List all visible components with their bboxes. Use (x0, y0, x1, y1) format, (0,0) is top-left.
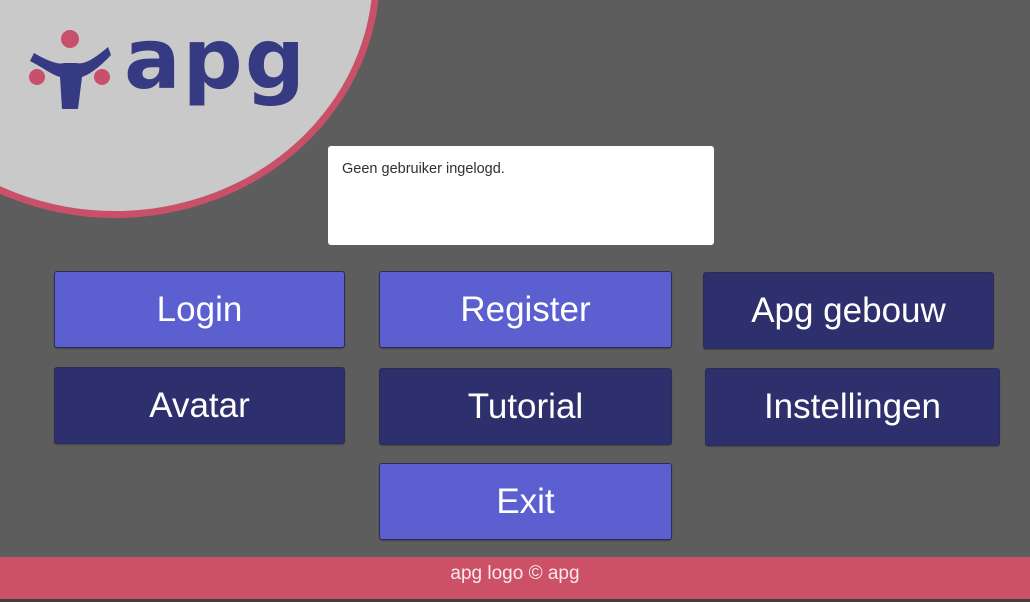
main-menu-screen: apg Geen gebruiker ingelogd. Login Regis… (0, 0, 1030, 602)
tutorial-button[interactable]: Tutorial (379, 368, 672, 445)
apg-figure-logo-icon (29, 30, 111, 109)
apg-gebouw-button[interactable]: Apg gebouw (703, 272, 994, 349)
avatar-button[interactable]: Avatar (54, 367, 345, 444)
footer-bar: apg logo © apg (0, 557, 1030, 600)
apg-logo: apg (28, 17, 307, 116)
instellingen-button[interactable]: Instellingen (705, 368, 1000, 446)
login-button[interactable]: Login (54, 271, 345, 348)
login-status-box: Geen gebruiker ingelogd. (328, 146, 714, 245)
footer-credit-text: apg logo © apg (450, 563, 580, 584)
register-button[interactable]: Register (379, 271, 672, 348)
exit-button[interactable]: Exit (379, 463, 672, 540)
login-status-text: Geen gebruiker ingelogd. (342, 161, 505, 177)
logo-text: apg (124, 10, 307, 108)
